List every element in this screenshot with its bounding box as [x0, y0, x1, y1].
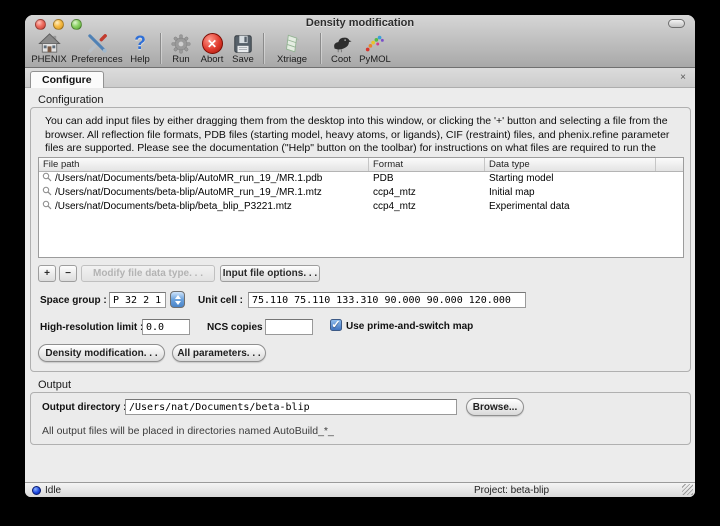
data-type-cell: Starting model — [485, 172, 656, 186]
magnifier-icon — [42, 186, 52, 200]
toolbar-button-coot[interactable]: Coot — [326, 31, 356, 65]
browse-button[interactable]: Browse... — [466, 398, 524, 416]
tab-configure[interactable]: Configure — [30, 71, 104, 88]
toolbar-label-phenix: PHENIX — [29, 55, 69, 65]
magnifier-icon — [42, 200, 52, 214]
toolbar-separator — [160, 33, 161, 64]
check-icon: ✓ — [331, 319, 340, 331]
stepper-up-icon — [175, 295, 181, 299]
toolbar-label-coot: Coot — [326, 55, 356, 65]
input-file-options-button[interactable]: Input file options. . . — [220, 265, 320, 282]
toolbar-button-phenix[interactable]: PHENIX — [29, 31, 69, 65]
project-label: Project: beta-blip — [474, 484, 549, 497]
toolbar-separator — [320, 33, 321, 64]
toolbar: PHENIX Preferences ? Help — [29, 31, 394, 68]
density-modification-button[interactable]: Density modification. . . — [38, 344, 165, 362]
add-file-button[interactable]: + — [38, 265, 56, 282]
title-bar[interactable]: Density modification — [25, 15, 695, 31]
file-path-cell: /Users/nat/Documents/beta-blip/AutoMR_ru… — [55, 172, 322, 186]
app-window: Density modification PHENIX — [25, 15, 695, 497]
file-path-cell: /Users/nat/Documents/beta-blip/AutoMR_ru… — [55, 186, 322, 200]
prime-and-switch-label: Use prime-and-switch map — [346, 321, 473, 332]
toolbar-button-help[interactable]: ? Help — [125, 31, 155, 65]
format-cell: ccp4_mtz — [369, 186, 485, 200]
toolbar-button-xtriage[interactable]: Xtriage — [269, 31, 315, 65]
configure-panel: Configuration You can add input files by… — [25, 88, 695, 482]
output-directory-label: Output directory : — [42, 402, 126, 413]
ncs-copies-input[interactable] — [265, 319, 313, 335]
file-path-cell: /Users/nat/Documents/beta-blip/beta_blip… — [55, 200, 292, 214]
column-header-file-path[interactable]: File path — [39, 158, 369, 171]
save-floppy-icon — [228, 32, 258, 55]
table-header-row: File path Format Data type — [39, 158, 683, 172]
toolbar-label-pymol: PyMOL — [356, 55, 394, 65]
toolbar-button-save[interactable]: Save — [228, 31, 258, 65]
modify-file-data-type-button[interactable]: Modify file data type. . . — [81, 265, 215, 282]
format-cell: ccp4_mtz — [369, 200, 485, 214]
close-button[interactable] — [35, 19, 46, 30]
toolbar-label-xtriage: Xtriage — [269, 55, 315, 65]
toolbar-separator — [263, 33, 264, 64]
toolbar-button-pymol[interactable]: PyMOL — [356, 31, 394, 65]
column-header-format[interactable]: Format — [369, 158, 485, 171]
pymol-ribbon-icon — [356, 32, 394, 55]
space-group-label: Space group : — [40, 295, 107, 306]
status-indicator-icon — [32, 486, 41, 495]
preferences-tools-icon — [69, 32, 125, 55]
toolbar-button-preferences[interactable]: Preferences — [69, 31, 125, 65]
input-files-table[interactable]: File path Format Data type /Users/nat/Do… — [38, 157, 684, 258]
ncs-copies-label: NCS copies : — [207, 322, 269, 333]
data-type-cell: Experimental data — [485, 200, 656, 214]
stepper-down-icon — [175, 301, 181, 305]
tab-close-icon[interactable]: × — [680, 72, 686, 84]
all-parameters-button[interactable]: All parameters. . . — [172, 344, 266, 362]
output-directory-input[interactable] — [125, 399, 457, 415]
toolbar-label-save: Save — [228, 55, 258, 65]
run-gear-icon — [166, 32, 196, 55]
minimize-button[interactable] — [53, 19, 64, 30]
unit-cell-input[interactable] — [248, 292, 526, 308]
toolbar-label-help: Help — [125, 55, 155, 65]
column-header-data-type[interactable]: Data type — [485, 158, 656, 171]
toolbar-label-abort: Abort — [196, 55, 228, 65]
toolbar-button-run[interactable]: Run — [166, 31, 196, 65]
window-title: Density modification — [25, 15, 695, 32]
output-note-text: All output files will be placed in direc… — [42, 425, 334, 437]
window-controls — [35, 19, 82, 30]
resize-grip[interactable] — [682, 484, 693, 495]
phenix-home-icon — [29, 32, 69, 55]
magnifier-icon — [42, 172, 52, 186]
xtriage-crystal-icon — [269, 32, 315, 55]
toolbar-label-preferences: Preferences — [69, 55, 125, 65]
help-question-icon: ? — [125, 32, 155, 55]
data-type-cell: Initial map — [485, 186, 656, 200]
status-bar: Idle Project: beta-blip — [25, 482, 695, 497]
table-row[interactable]: /Users/nat/Documents/beta-blip/AutoMR_ru… — [39, 172, 683, 186]
tab-bar: Configure × — [25, 68, 695, 88]
table-row[interactable]: /Users/nat/Documents/beta-blip/AutoMR_ru… — [39, 186, 683, 200]
status-text: Idle — [45, 484, 61, 497]
table-row[interactable]: /Users/nat/Documents/beta-blip/beta_blip… — [39, 200, 683, 214]
abort-x-icon: ✕ — [196, 32, 228, 55]
space-group-input[interactable] — [109, 292, 166, 308]
toolbar-toggle-button[interactable] — [668, 19, 685, 28]
window-chrome: Density modification PHENIX — [25, 15, 695, 68]
high-resolution-limit-label: High-resolution limit : — [40, 322, 143, 333]
space-group-stepper[interactable] — [170, 291, 185, 308]
output-section-title: Output — [38, 379, 71, 391]
configuration-section-title: Configuration — [38, 94, 103, 106]
coot-bird-icon — [326, 32, 356, 55]
toolbar-label-run: Run — [166, 55, 196, 65]
toolbar-button-abort[interactable]: ✕ Abort — [196, 31, 228, 65]
format-cell: PDB — [369, 172, 485, 186]
prime-and-switch-checkbox[interactable]: ✓ — [330, 319, 342, 331]
remove-file-button[interactable]: − — [59, 265, 77, 282]
high-resolution-limit-input[interactable] — [142, 319, 190, 335]
unit-cell-label: Unit cell : — [198, 295, 243, 306]
zoom-button[interactable] — [71, 19, 82, 30]
column-header-spacer — [656, 158, 683, 171]
